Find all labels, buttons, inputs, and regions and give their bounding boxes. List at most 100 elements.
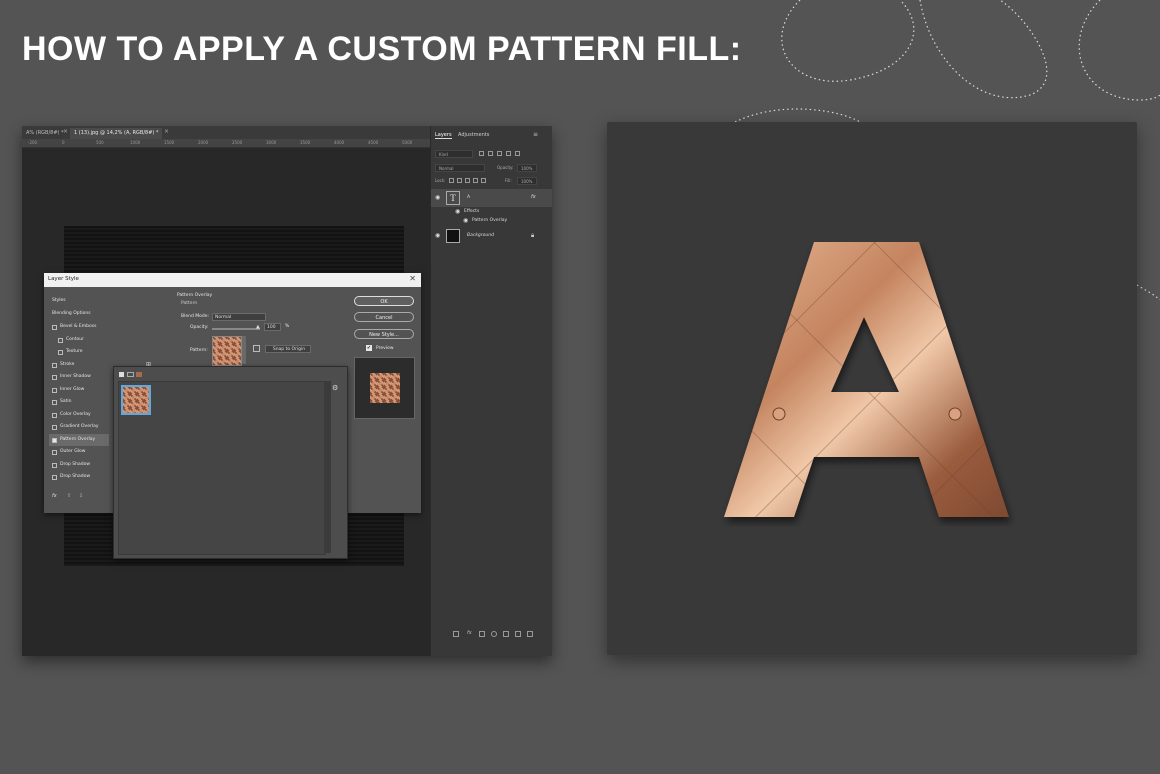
visibility-eye-icon[interactable]: ◉	[463, 217, 468, 224]
style-item-label: Inner Shadow	[60, 374, 91, 379]
view-toggle-icon[interactable]	[119, 372, 124, 377]
filter-shape-icon[interactable]	[506, 151, 511, 156]
gear-icon[interactable]: ⚙	[332, 384, 338, 392]
blend-mode-dropdown[interactable]: Normal	[435, 164, 485, 172]
move-up-icon[interactable]: ⇧	[67, 493, 71, 499]
folder-icon[interactable]	[127, 372, 134, 377]
close-tab-icon[interactable]: ×	[63, 126, 68, 137]
style-item-label: Texture	[66, 349, 83, 354]
style-item-label: Bevel & Emboss	[60, 324, 97, 329]
add-style-icon[interactable]: fx	[467, 630, 472, 636]
opacity-field[interactable]: 100	[264, 323, 281, 331]
style-item-texture[interactable]: Texture	[49, 346, 155, 359]
filter-adjustment-icon[interactable]	[488, 151, 493, 156]
panel-menu-icon[interactable]: ≡	[533, 131, 538, 138]
layer-effects-icon[interactable]: fx	[531, 194, 536, 200]
lock-transparent-icon[interactable]	[449, 178, 454, 183]
slider-handle[interactable]: ▲	[256, 324, 260, 330]
checkbox[interactable]	[52, 475, 57, 480]
preview-label: Preview	[376, 346, 394, 351]
visibility-eye-icon[interactable]: ◉	[455, 208, 460, 215]
snap-to-origin-button[interactable]: Snap to Origin	[265, 345, 311, 353]
lock-artboard-icon[interactable]	[473, 178, 478, 183]
style-item-bevel-emboss[interactable]: Bevel & Emboss	[49, 321, 155, 334]
lock-all-icon[interactable]	[481, 178, 486, 183]
styles-header[interactable]: Styles	[49, 295, 158, 308]
link-layers-icon[interactable]	[453, 631, 459, 637]
style-preview	[354, 357, 415, 419]
style-item-label: Drop Shadow	[60, 474, 91, 479]
new-group-icon[interactable]	[503, 631, 509, 637]
document-tab-bar: A% (RGB/8#) * × 1 (13).jpg @ 14,2% (A, R…	[22, 126, 430, 139]
checkbox[interactable]	[52, 412, 57, 418]
fill-field[interactable]: 100%	[517, 177, 537, 185]
ruler-tick: 500	[96, 140, 104, 145]
style-item-label: Contour	[66, 336, 84, 342]
scrollbar[interactable]	[324, 381, 331, 553]
opacity-unit: %	[285, 324, 290, 329]
checkbox[interactable]	[52, 325, 57, 330]
lock-image-icon[interactable]	[457, 178, 462, 183]
layers-panel: Layers Adjustments ≡ Kind Normal Opacity…	[430, 126, 552, 656]
style-item-pattern-overlay[interactable]: Pattern Overlay	[49, 433, 109, 446]
style-item-label: Stroke	[60, 361, 75, 367]
checkbox[interactable]	[52, 462, 57, 468]
new-preset-icon[interactable]	[253, 345, 260, 352]
button-tuft	[948, 407, 962, 421]
checkbox[interactable]	[52, 450, 57, 455]
checkbox[interactable]	[52, 400, 57, 405]
opacity-field[interactable]: 100%	[517, 164, 537, 172]
add-mask-icon[interactable]	[479, 631, 485, 637]
ok-button[interactable]: OK	[354, 296, 414, 306]
checkbox[interactable]	[52, 387, 57, 393]
move-down-icon[interactable]: ⇩	[79, 493, 83, 499]
opacity-label: Opacity:	[190, 325, 209, 330]
preview-thumbnail	[370, 373, 400, 403]
document-tab[interactable]: A% (RGB/8#) *	[22, 128, 68, 139]
pattern-dropdown-arrow[interactable]	[242, 336, 246, 364]
document-tab-active[interactable]: 1 (13).jpg @ 14,2% (A, RGB/8#) *	[70, 128, 163, 139]
visibility-eye-icon[interactable]: ◉	[435, 194, 440, 201]
section-title: Pattern Overlay	[177, 293, 213, 298]
delete-layer-icon[interactable]	[527, 631, 533, 637]
opacity-slider[interactable]	[212, 328, 260, 330]
section-subtitle: Pattern	[181, 301, 198, 306]
tab-layers[interactable]: Layers	[435, 132, 452, 139]
checkbox[interactable]	[52, 375, 57, 380]
add-style-icon[interactable]: fx	[52, 493, 57, 499]
style-item-label: Inner Glow	[60, 386, 85, 392]
pattern-thumbnail-selected[interactable]	[121, 385, 151, 415]
tab-adjustments[interactable]: Adjustments	[458, 132, 489, 138]
pattern-swatch[interactable]	[212, 336, 242, 366]
checkbox[interactable]	[52, 425, 57, 430]
checkbox[interactable]	[58, 350, 63, 355]
blend-mode-dropdown[interactable]: Normal	[212, 313, 266, 321]
checkbox-checked[interactable]	[52, 437, 57, 443]
filter-smart-object-icon[interactable]	[515, 151, 520, 156]
checkbox[interactable]	[58, 337, 63, 343]
close-tab-icon[interactable]: ×	[164, 126, 169, 137]
ruler-tick: 2500	[232, 140, 243, 145]
cancel-button[interactable]: Cancel	[354, 312, 414, 322]
effects-row[interactable]: ◉ Effects	[431, 207, 552, 216]
layer-name[interactable]: A	[467, 195, 470, 200]
filter-type-icon[interactable]	[497, 151, 502, 156]
new-style-button[interactable]: New Style...	[354, 329, 414, 339]
style-item-contour[interactable]: Contour	[49, 334, 155, 347]
pattern-preview-icon[interactable]	[136, 372, 142, 377]
result-artwork	[607, 122, 1137, 655]
new-layer-icon[interactable]	[515, 631, 521, 637]
layer-row-a[interactable]: ◉ T A fx	[431, 189, 552, 207]
filter-pixel-icon[interactable]	[479, 151, 484, 156]
lock-position-icon[interactable]	[465, 178, 470, 183]
blending-options-item[interactable]: Blending Options	[49, 308, 158, 321]
pattern-overlay-effect-row[interactable]: ◉ Pattern Overlay	[431, 216, 552, 225]
layer-row-background[interactable]: ◉ Background 🔒︎	[431, 227, 552, 245]
kind-filter-dropdown[interactable]: Kind	[435, 150, 473, 158]
checkbox[interactable]	[52, 362, 57, 368]
visibility-eye-icon[interactable]: ◉	[435, 232, 440, 239]
preview-checkbox[interactable]: ✔	[366, 345, 372, 351]
adjustment-layer-icon[interactable]	[491, 631, 497, 637]
close-icon[interactable]: ✕	[409, 274, 416, 283]
layer-name[interactable]: Background	[467, 233, 494, 238]
